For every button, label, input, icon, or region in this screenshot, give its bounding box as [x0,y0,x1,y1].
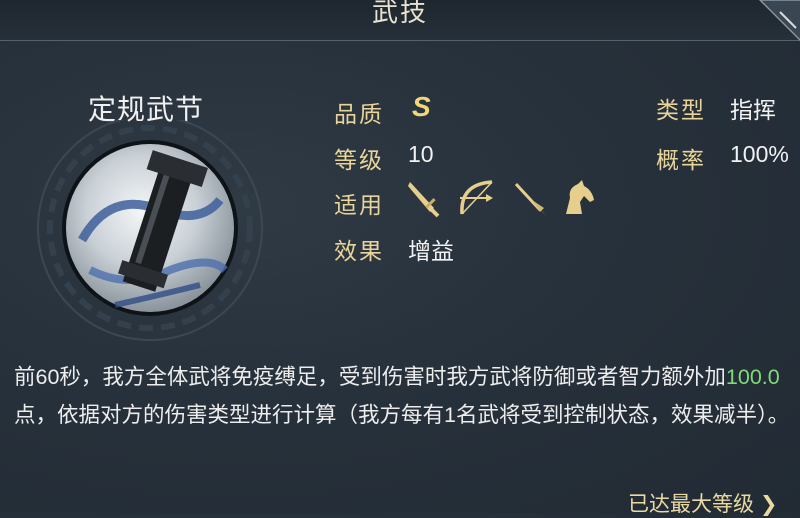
type-value: 指挥 [730,97,776,123]
description-highlight-value: 100.0 [725,365,780,389]
rate-value: 100% [730,141,789,167]
horse-icon [566,180,594,214]
emblem-icon [37,115,263,341]
quality-value: S [412,91,431,122]
panel-title: 武技 [371,0,428,27]
sword-icon [408,182,440,218]
applies-label: 适用 [334,192,384,218]
effect-label: 效果 [334,238,384,264]
effect-value: 增益 [408,238,454,264]
close-corner-icon[interactable] [750,0,800,50]
skill-description: 前60秒，我方全体武将免疫缚足，受到伤害时我方武将防御或者智力额外加100.0 点… [14,358,794,434]
type-label: 类型 [656,97,706,123]
skill-emblem [20,115,320,350]
max-level-link[interactable]: 已达最大等级 ❯ [628,488,777,518]
description-part-1: 前60秒，我方全体武将免疫缚足，受到伤害时我方武将防御或者智力额外加 [14,365,726,389]
bow-icon [460,180,493,215]
quality-label: 品质 [334,101,384,127]
level-value: 10 [408,141,434,167]
level-label: 等级 [334,147,384,173]
panel-header: 武技 [0,0,800,42]
description-part-2: 点，依据对方的伤害类型进行计算（我方每有1名武将受到控制状态，效果减半）。 [14,403,790,427]
rate-label: 概率 [656,147,706,173]
spear-icon [514,182,546,216]
